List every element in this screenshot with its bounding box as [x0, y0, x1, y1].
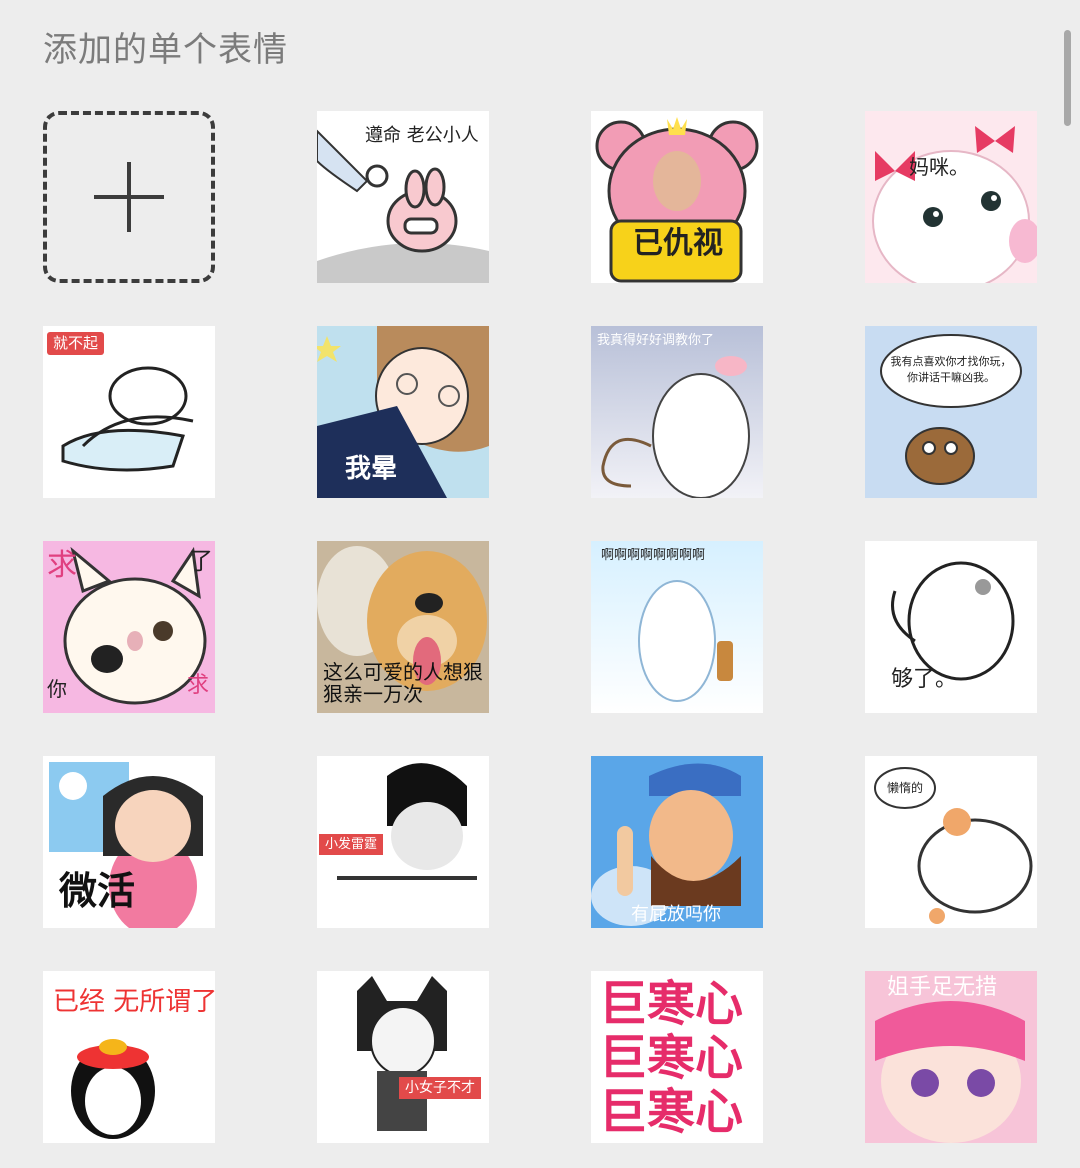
sticker-screaming-rabbit[interactable]: 啊啊啊啊啊啊啊啊: [591, 541, 763, 713]
sticker-cat-ear-girl[interactable]: 小女子不才: [317, 971, 489, 1143]
sticker-caption: 我晕: [345, 454, 398, 484]
sticker-caption: 微活: [59, 869, 136, 913]
sticker-caption: 啊啊啊啊啊啊啊啊: [601, 548, 706, 563]
sticker-caption: 已仇视: [633, 226, 723, 261]
sticker-caption: 姐手足无措: [887, 975, 998, 1000]
sticker-begging-dog[interactable]: 求 了 你 求: [43, 541, 215, 713]
sticker-caption: 懒惰的: [887, 781, 924, 795]
sticker-caption: 我真得好好调教你了: [597, 333, 715, 348]
add-sticker-button[interactable]: [43, 111, 215, 283]
sticker-caption: 求: [47, 548, 77, 583]
sticker-pink-girl[interactable]: 姐手足无措: [865, 971, 1037, 1143]
sticker-pink-bear-sign[interactable]: 已仇视: [591, 111, 763, 283]
plus-icon: [94, 162, 164, 232]
sticker-dizzy-girl[interactable]: 我晕: [317, 326, 489, 498]
sticker-bobhair-angry[interactable]: 小发雷霆: [317, 756, 489, 928]
sticker-caption: 就不起: [47, 332, 105, 355]
sticker-caption: 够了。: [891, 667, 958, 692]
sticker-caption: 遵命 老公小人: [365, 125, 479, 146]
sticker-lazy-hamster[interactable]: 懒惰的: [865, 756, 1037, 928]
section-title: 添加的单个表情: [43, 30, 288, 70]
sticker-caption: 已经 无所谓了: [53, 987, 215, 1017]
sticker-caption: 我有点喜欢你才找你玩，你讲话干嘛凶我。: [890, 355, 1012, 384]
sticker-caption: 妈咪。: [909, 155, 969, 179]
scrollbar[interactable]: [1064, 30, 1071, 126]
sticker-caption: 小发雷霆: [319, 834, 384, 855]
sticker-caption: 巨寒心巨寒心巨寒心: [599, 976, 744, 1140]
sticker-brown-ball-speech[interactable]: 我有点喜欢你才找你玩，你讲话干嘛凶我。: [865, 326, 1037, 498]
sticker-lying-bear[interactable]: 就不起: [43, 326, 215, 498]
sticker-rabbit-salute[interactable]: 遵命 老公小人: [317, 111, 489, 283]
sticker-white-cat-bows[interactable]: 妈咪。: [865, 111, 1037, 283]
sticker-grid: 遵命 老公小人 已仇视 妈咪。 就不起 我晕 我真得好好调教你了 我有点喜欢你才…: [43, 111, 1037, 1143]
sticker-text-cold-heart[interactable]: 巨寒心巨寒心巨寒心: [591, 971, 763, 1143]
sticker-tired-girl[interactable]: 微活: [43, 756, 215, 928]
sticker-dog-photo[interactable]: 这么可爱的人想狠狠亲一万次: [317, 541, 489, 713]
sticker-penguin-scarf[interactable]: 已经 无所谓了: [43, 971, 215, 1143]
sticker-bearded-man[interactable]: 有屁放吗你: [591, 756, 763, 928]
sticker-enough-bear[interactable]: 够了。: [865, 541, 1037, 713]
sticker-caption: 了: [189, 547, 213, 575]
sticker-caption: 小女子不才: [399, 1077, 481, 1099]
sticker-caption: 有屁放吗你: [631, 904, 721, 925]
sticker-caption: 这么可爱的人想狠狠亲一万次: [323, 660, 483, 706]
sticker-caption: 你: [47, 677, 67, 701]
sticker-caption: 求: [187, 673, 210, 698]
sticker-white-bear-whip[interactable]: 我真得好好调教你了: [591, 326, 763, 498]
